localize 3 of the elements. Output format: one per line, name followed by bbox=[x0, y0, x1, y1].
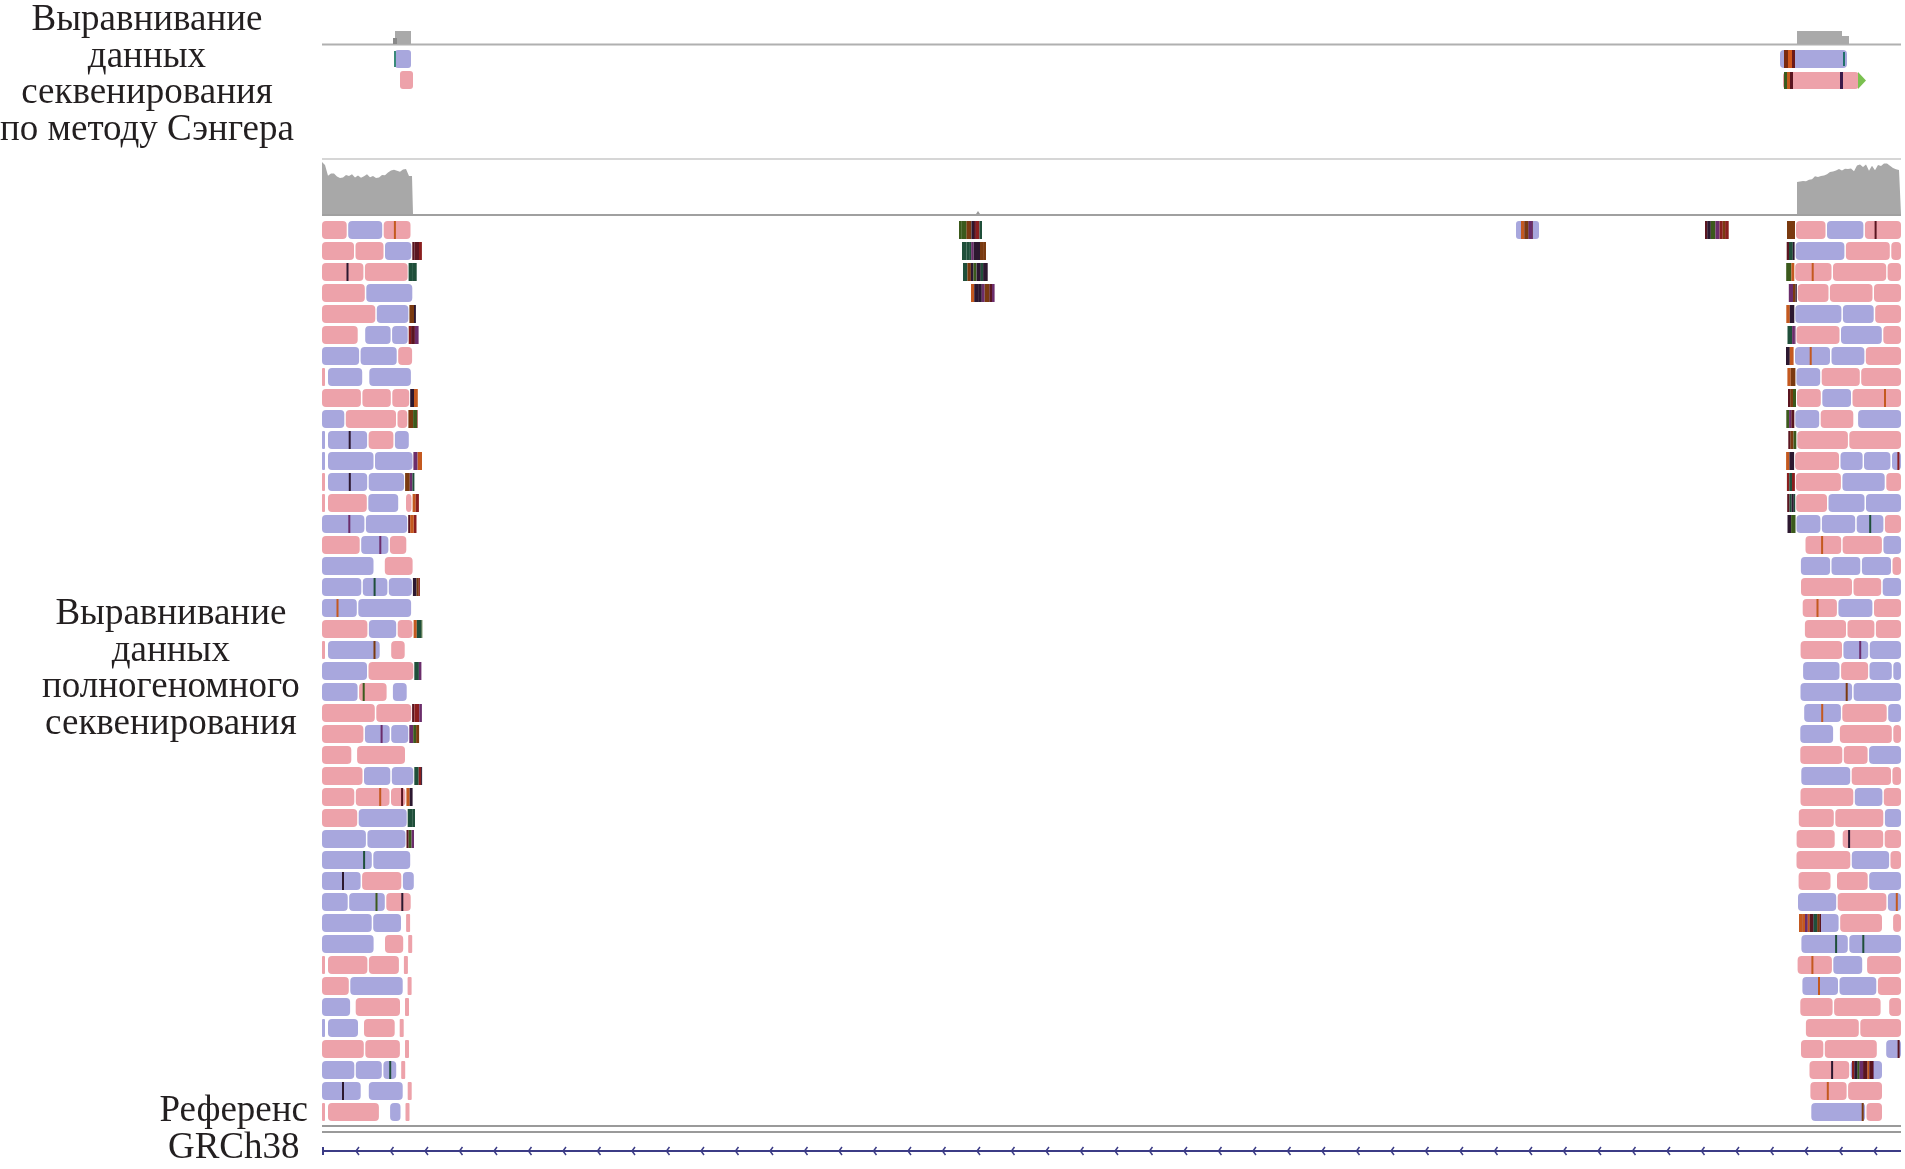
track-label: Референс GRCh38 bbox=[159, 1091, 308, 1168]
track-label: Выравнивание данных полногеномного секвенирования bbox=[42, 594, 300, 740]
track-label: Выравнивание данных секвенирования по методу Сэнгера bbox=[0, 0, 294, 146]
